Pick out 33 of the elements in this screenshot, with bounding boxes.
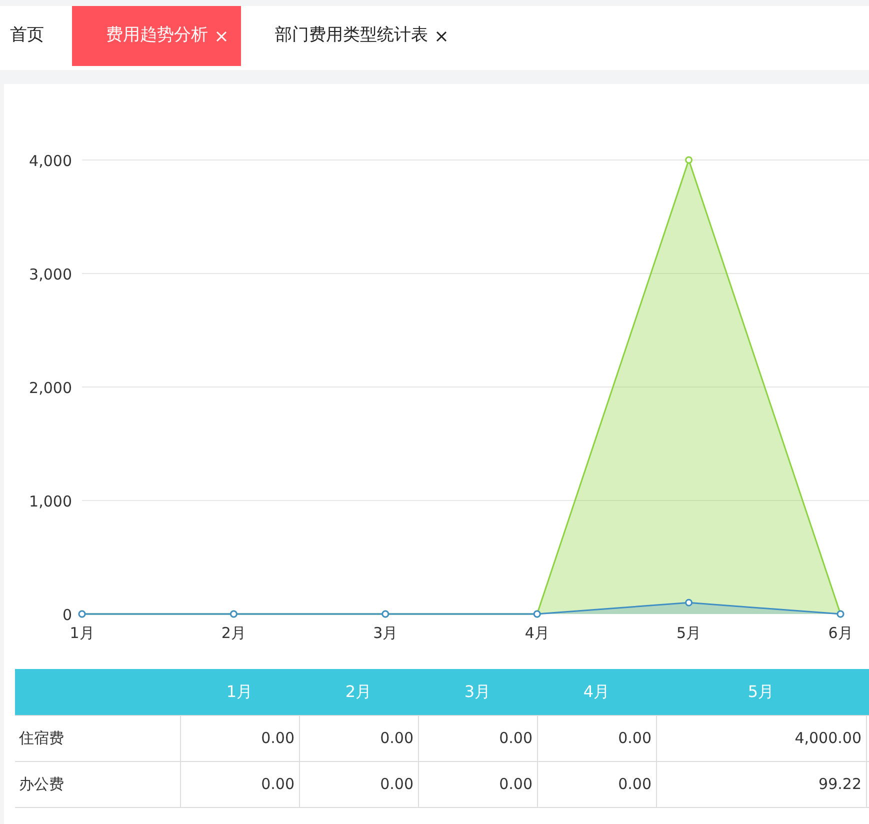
table-cell: 99.22 [656,761,866,807]
y-tick-label: 1,000 [29,492,72,510]
x-tick-label: 3月 [373,624,398,642]
column-header: 1月 [180,669,299,715]
tab[interactable]: 部门费用类型统计表 [241,6,463,66]
column-header: 3月 [418,669,537,715]
point [685,156,693,164]
row-label: 办公费 [15,761,180,807]
tab[interactable]: 首页 [0,6,60,66]
y-tick-label: 3,000 [29,266,72,284]
y-tick-label: 2,000 [29,379,72,397]
column-header: 4月 [537,669,656,715]
table-cell: 0.00 [418,715,537,761]
table-cell: 0.00 [299,761,418,807]
point [685,598,693,606]
table-cell: 4,000.00 [656,715,866,761]
y-tick-label: 4,000 [29,152,72,170]
table-cell: 0.00 [418,761,537,807]
x-tick-label: 1月 [70,624,94,642]
table-cell: 0.00 [537,761,656,807]
x-tick-label: 2月 [221,624,246,642]
column-header: 2月 [299,669,418,715]
row-label: 住宿费 [15,715,180,761]
table-cell: 0.00 [537,715,656,761]
table-cell: 0.00 [299,715,418,761]
x-tick-label: 5月 [676,624,702,642]
column-header: 5月 [656,669,866,715]
x-tick-label: 4月 [524,624,550,642]
table-cell: 0.00 [180,715,299,761]
y-tick-label: 0 [62,606,72,624]
x-tick-label: 6月 [828,624,853,642]
table-cell: 0.00 [180,761,299,807]
close-icon[interactable] [436,30,447,42]
